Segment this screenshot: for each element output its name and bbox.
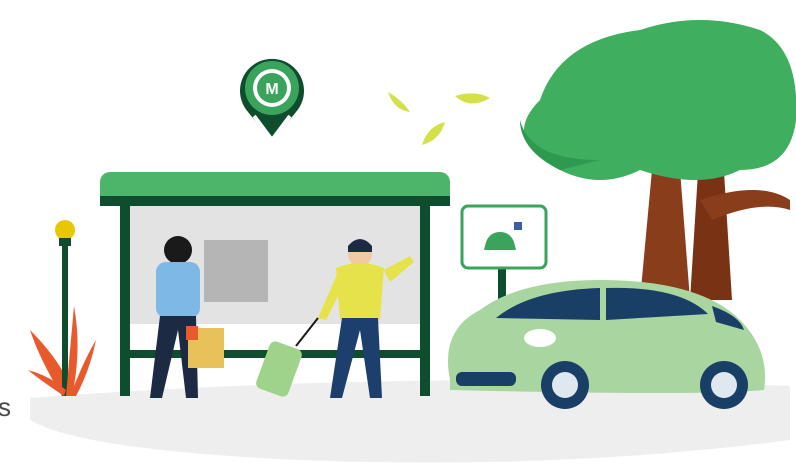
- pin-letter: M: [265, 81, 278, 98]
- leaf: [388, 92, 410, 112]
- tree: [520, 20, 796, 300]
- location-pin-icon: M: [240, 58, 304, 144]
- illustration: M: [28, 20, 796, 463]
- leaf: [422, 122, 445, 145]
- leaf: [455, 93, 490, 104]
